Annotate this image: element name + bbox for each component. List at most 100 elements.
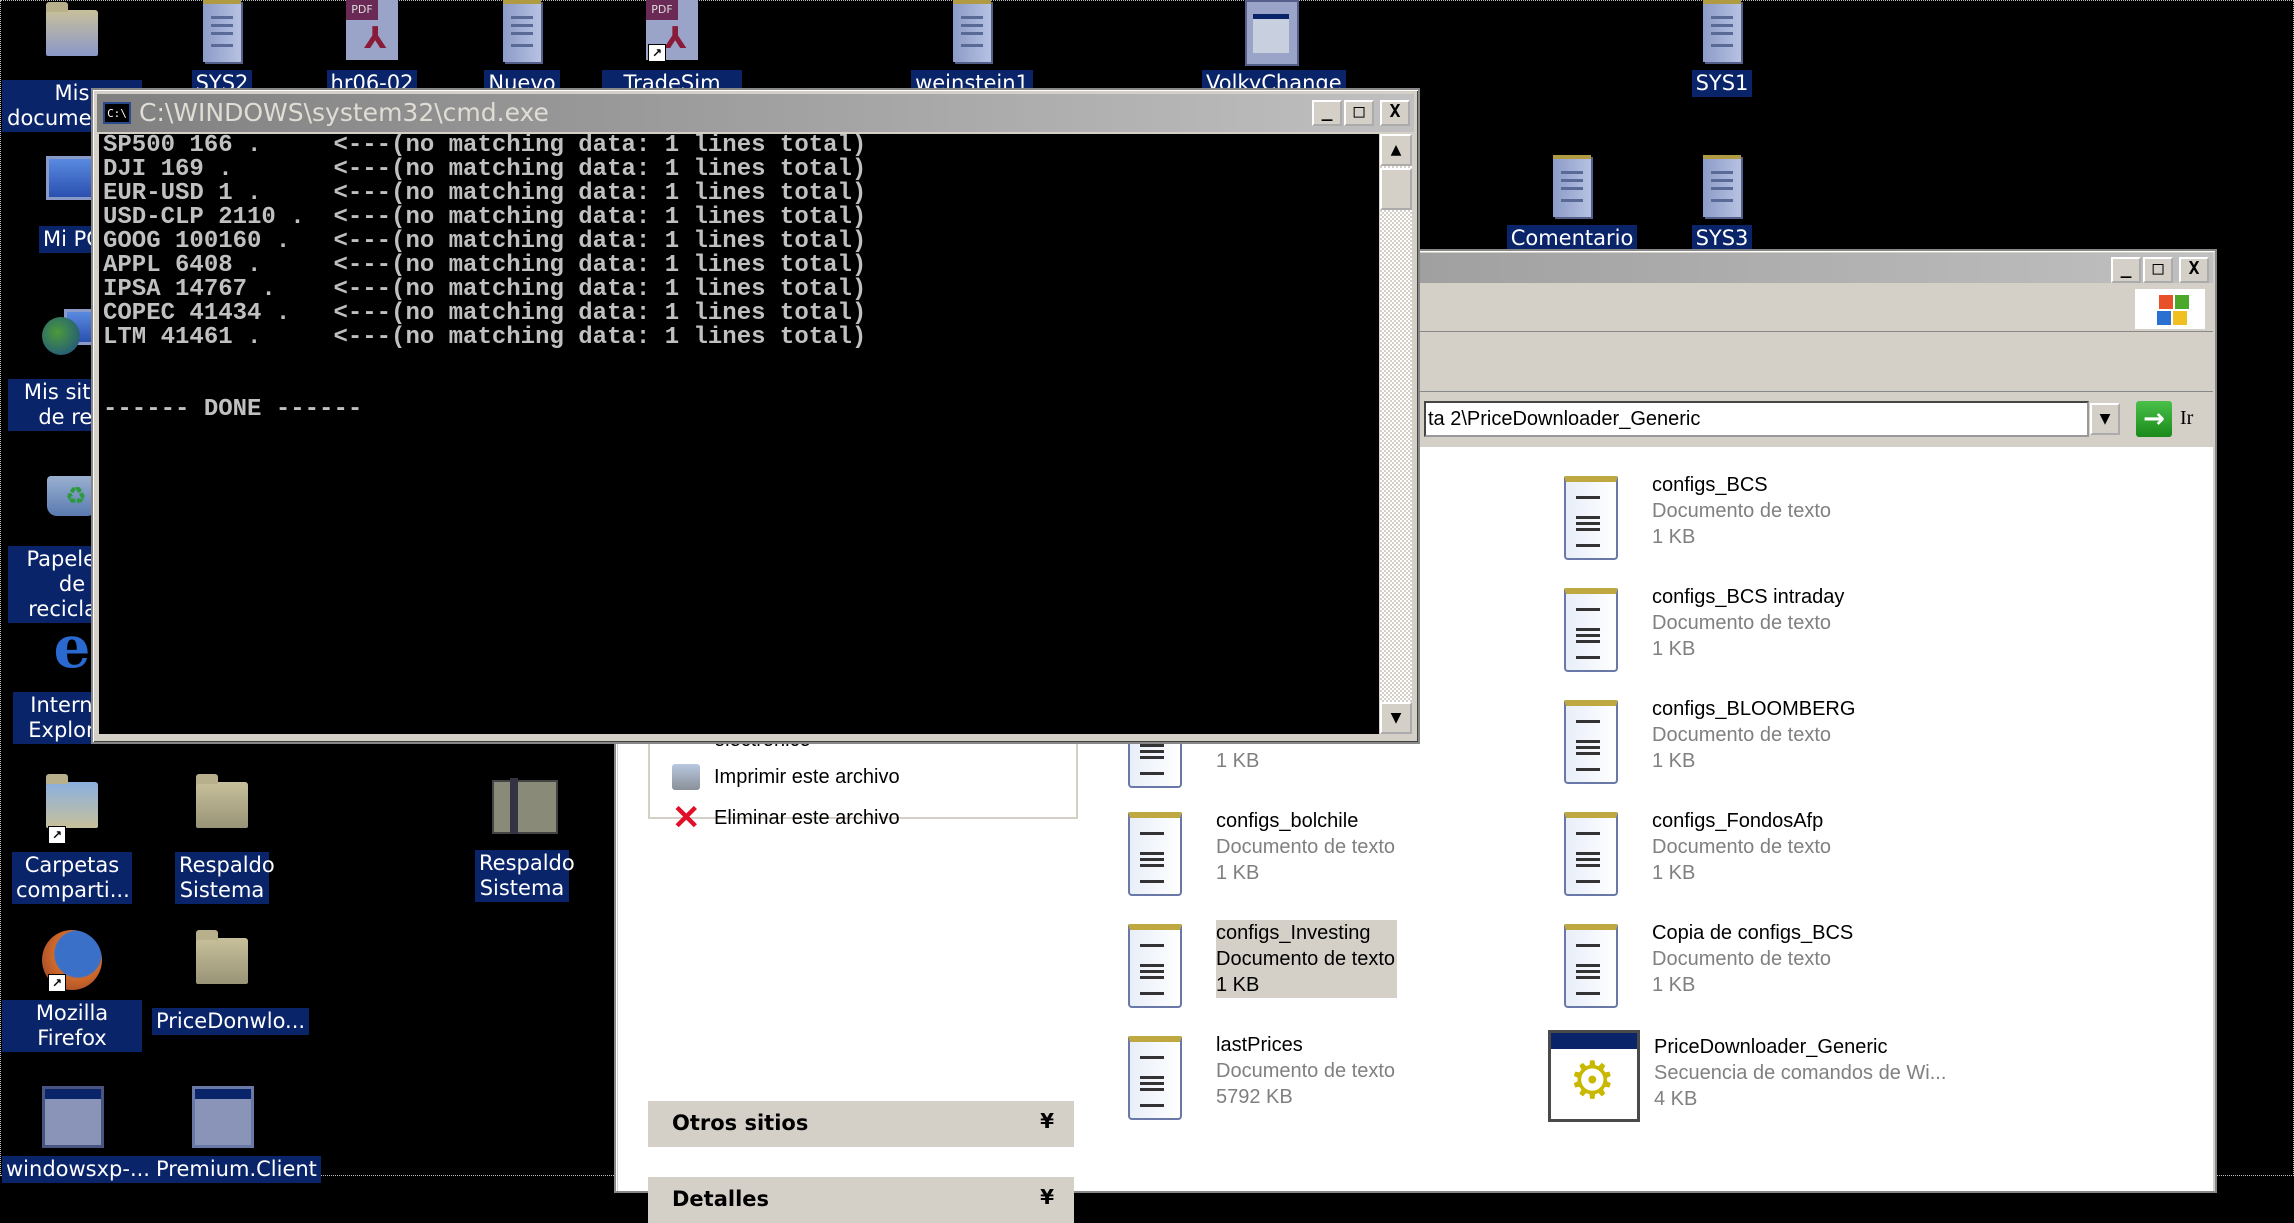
- desktop-icon-comentario[interactable]: Comentario: [1502, 155, 1642, 252]
- file-item-configs-investing[interactable]: configs_Investing Documento de texto 1 KB: [1128, 920, 1548, 1016]
- file-item-copia-configs-bcs[interactable]: Copia de configs_BCS Documento de texto 1 …: [1564, 920, 1984, 1016]
- address-input[interactable]: ta 2\PriceDownloader_Generic: [1424, 401, 2089, 437]
- console-line: USD-CLP 2110 . <---(no matching data: 1 …: [103, 204, 867, 231]
- file-type: Documento de texto: [1652, 500, 1831, 522]
- explorer-minimize-button[interactable]: _: [2111, 257, 2141, 283]
- file-size: 1 KB: [1652, 638, 1696, 660]
- task-item-delete[interactable]: ✕ Eliminar este archivo: [672, 799, 900, 837]
- cmd-minimize-button[interactable]: _: [1312, 100, 1342, 126]
- desktop-icon-respaldo-sistema-zip[interactable]: Respaldo Sistema: [452, 772, 592, 902]
- folder-icon: [192, 774, 252, 844]
- console-line: GOOG 100160 . <---(no matching data: 1 l…: [103, 228, 867, 255]
- cmd-vertical-scrollbar[interactable]: ▲ ▼: [1380, 134, 1412, 734]
- cmd-window[interactable]: C:\ C:\WINDOWS\system32\cmd.exe _ □ X SP…: [91, 88, 1420, 744]
- desktop-icon-respaldo-sistema[interactable]: Respaldo Sistema: [152, 772, 292, 904]
- windows-logo-icon: [2135, 289, 2205, 329]
- zip-folder-icon: [492, 778, 558, 842]
- text-file-icon: [1564, 476, 1618, 560]
- file-size: 1 KB: [1652, 862, 1696, 884]
- cmd-app-icon: C:\: [103, 102, 131, 124]
- cmd-console-output[interactable]: SP500 166 . <---(no matching data: 1 lin…: [99, 134, 1379, 734]
- file-type: Secuencia de comandos de Wi...: [1654, 1062, 1947, 1084]
- file-name: Copia de configs_BCS: [1652, 922, 1854, 944]
- go-button[interactable]: Ir: [2180, 407, 2193, 430]
- file-size: 1 KB: [1652, 974, 1696, 996]
- file-item-configs-bcs[interactable]: configs_BCS Documento de texto 1 KB: [1564, 472, 1984, 568]
- console-line: APPL 6408 . <---(no matching data: 1 lin…: [103, 252, 867, 279]
- shortcut-arrow-icon: ↗: [648, 44, 666, 62]
- file-size: 1 KB: [1652, 526, 1696, 548]
- file-name: configs_BCS intraday: [1652, 586, 1845, 608]
- pdf-icon: PDF ⅄: [342, 0, 402, 62]
- cmd-maximize-button[interactable]: □: [1344, 100, 1374, 126]
- file-item-configs-fondosafp[interactable]: configs_FondosAfp Documento de texto 1 KB: [1564, 808, 1984, 904]
- cmd-window-title: C:\WINDOWS\system32\cmd.exe: [139, 98, 549, 127]
- panel-otros-sitios[interactable]: Otros sitios ¥: [648, 1101, 1074, 1147]
- console-line: LTM 41461 . <---(no matching data: 1 lin…: [103, 324, 867, 351]
- text-file-icon: [1564, 700, 1618, 784]
- desktop-icon-premium-client[interactable]: Premium.Client: [152, 1082, 321, 1183]
- desktop-icon-firefox[interactable]: ↗ Mozilla Firefox: [2, 928, 142, 1052]
- notepad-icon: [1542, 155, 1602, 217]
- chevron-down-icon[interactable]: ¥: [1040, 1185, 1054, 1209]
- file-size: 5792 KB: [1216, 1086, 1293, 1108]
- cmd-close-button[interactable]: X: [1380, 100, 1410, 126]
- cmd-title-bar[interactable]: C:\ C:\WINDOWS\system32\cmd.exe _ □ X: [97, 94, 1414, 132]
- scrollbar-thumb[interactable]: [1380, 168, 1412, 210]
- task-item-label: Imprimir este archivo: [714, 765, 900, 788]
- desktop-icon-sys2[interactable]: SYS2: [152, 0, 292, 97]
- delete-x-icon: ✕: [672, 799, 701, 837]
- explorer-close-button[interactable]: X: [2179, 257, 2209, 283]
- desktop-icon-label: Comentario: [1506, 225, 1638, 252]
- file-size: 1 KB: [1216, 862, 1260, 884]
- desktop-icon-shared-folders[interactable]: ↗ Carpetas comparti...: [2, 772, 142, 904]
- console-line: COPEC 41434 . <---(no matching data: 1 l…: [103, 300, 867, 327]
- file-type: Documento de texto: [1216, 836, 1395, 858]
- chevron-down-icon[interactable]: ¥: [1040, 1109, 1054, 1133]
- console-line: DJI 169 . <---(no matching data: 1 lines…: [103, 156, 867, 183]
- console-line: EUR-USD 1 . <---(no matching data: 1 lin…: [103, 180, 867, 207]
- address-dropdown-button[interactable]: ▼: [2090, 403, 2120, 435]
- printer-icon: [672, 764, 700, 790]
- notepad-icon: [1692, 155, 1752, 217]
- file-size: 1 KB: [1216, 974, 1260, 996]
- desktop-icon-volkychange[interactable]: VolkyChange: [1202, 0, 1346, 97]
- notepad-icon: [1692, 0, 1752, 62]
- file-type: Documento de texto: [1652, 612, 1831, 634]
- scroll-up-button[interactable]: ▲: [1380, 134, 1412, 166]
- desktop-icon-pricedownloader-folder[interactable]: PriceDonwlo...: [152, 928, 310, 1035]
- desktop-icon-hr06-02[interactable]: PDF ⅄ hr06-02: [302, 0, 442, 97]
- desktop-icon-label: windowsxp-...: [2, 1156, 154, 1183]
- desktop-icon-sys1[interactable]: SYS1: [1652, 0, 1792, 97]
- task-item-print[interactable]: Imprimir este archivo: [672, 764, 900, 790]
- panel-detalles[interactable]: Detalles ¥: [648, 1177, 1074, 1223]
- desktop-icon-sys3[interactable]: SYS3: [1652, 155, 1792, 252]
- desktop-icon-label: Premium.Client: [152, 1156, 321, 1183]
- file-type: Documento de texto: [1652, 836, 1831, 858]
- go-arrow-icon[interactable]: →: [2136, 401, 2172, 437]
- file-item-lastprices[interactable]: lastPrices Documento de texto 5792 KB: [1128, 1032, 1548, 1128]
- notepad-icon: [942, 0, 1002, 62]
- desktop-icon-weinstein1[interactable]: weinstein1: [902, 0, 1042, 97]
- file-item-configs-bloomberg[interactable]: configs_BLOOMBERG Documento de texto 1 KB: [1564, 696, 1984, 792]
- console-line: SP500 166 . <---(no matching data: 1 lin…: [103, 134, 867, 159]
- explorer-maximize-button[interactable]: □: [2143, 257, 2173, 283]
- text-file-icon: [1564, 812, 1618, 896]
- file-type: Documento de texto: [1216, 948, 1395, 970]
- firefox-icon: ↗: [42, 930, 102, 992]
- file-name: configs_BLOOMBERG: [1652, 698, 1856, 720]
- file-item-pricedownloader-generic[interactable]: PriceDownloader_Generic Secuencia de coma…: [1548, 1030, 2008, 1126]
- file-type: Documento de texto: [1216, 1060, 1395, 1082]
- folder-icon: [192, 930, 252, 1000]
- file-size: 4 KB: [1654, 1088, 1698, 1110]
- scroll-down-button[interactable]: ▼: [1380, 702, 1412, 734]
- file-item-configs-bcs-intraday[interactable]: configs_BCS intraday Documento de texto 1 …: [1564, 584, 1984, 680]
- desktop-icon-label: SYS1: [1691, 70, 1753, 97]
- shortcut-arrow-icon: ↗: [48, 826, 66, 844]
- desktop-icon-windowsxp[interactable]: windowsxp-...: [2, 1082, 154, 1183]
- desktop-icon-nuevo[interactable]: Nuevo: [452, 0, 592, 97]
- file-item-configs-bolchile[interactable]: configs_bolchile Documento de texto 1 KB: [1128, 808, 1548, 904]
- my-documents-icon: [42, 2, 102, 72]
- file-name: configs_FondosAfp: [1652, 810, 1824, 832]
